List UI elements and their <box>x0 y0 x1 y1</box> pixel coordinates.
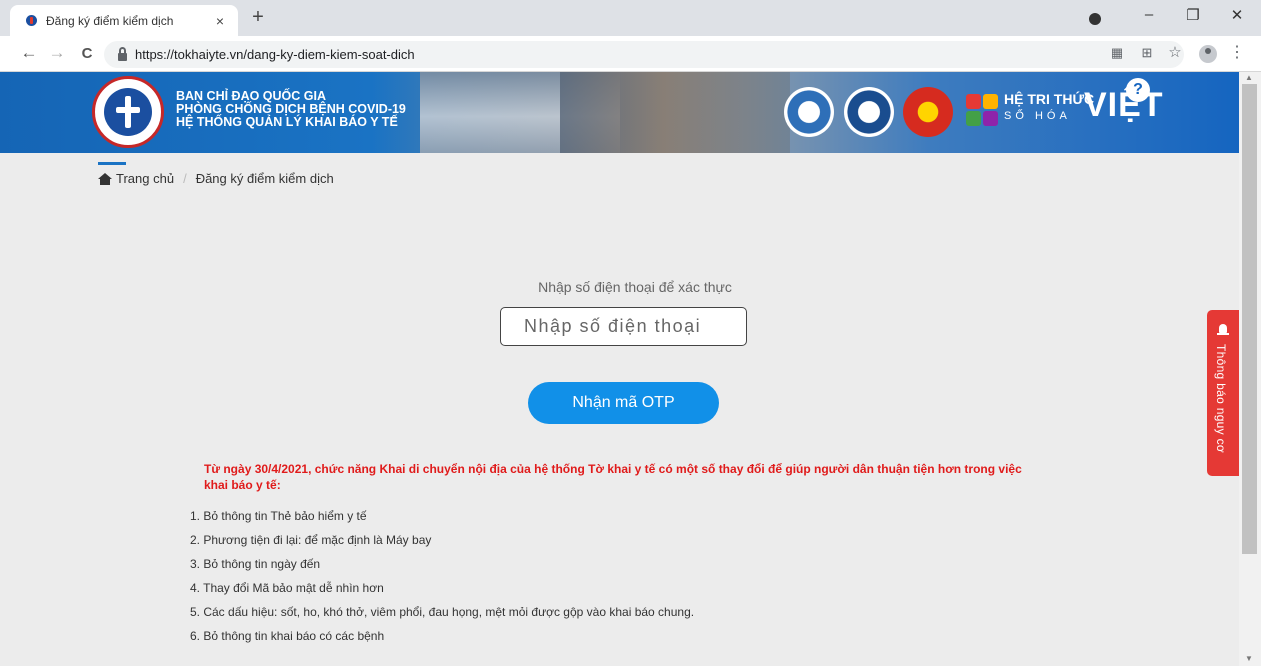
minimize-button[interactable]: – <box>1134 6 1164 23</box>
forward-button[interactable]: → <box>46 43 68 63</box>
phone-number-input[interactable] <box>500 307 747 346</box>
banner-line-3: HỆ THỐNG QUẢN LÝ KHAI BÁO Y TẾ <box>176 115 398 129</box>
list-item: 1. Bỏ thông tin Thẻ bảo hiểm y tế <box>190 509 367 523</box>
scroll-up-arrow-icon[interactable]: ▲ <box>1245 73 1253 82</box>
partner-logo-icon <box>784 87 834 137</box>
browser-menu-icon[interactable]: ⋮ <box>1228 42 1246 62</box>
translate-icon[interactable]: ⊞ <box>1138 45 1156 61</box>
breadcrumb-home-link[interactable]: Trang chủ <box>116 171 174 186</box>
address-bar[interactable]: https://tokhaiyte.vn/dang-ky-diem-kiem-s… <box>104 41 1184 68</box>
list-item: 5. Các dấu hiệu: sốt, ho, khó thở, viêm … <box>190 605 695 619</box>
back-button[interactable]: ← <box>18 43 40 63</box>
home-icon[interactable] <box>98 172 112 185</box>
list-item: 4. Thay đổi Mã bảo mật dễ nhìn hơn <box>190 581 384 595</box>
page-scrollbar[interactable]: ▲ ▼ <box>1239 72 1261 666</box>
banner-title: BAN CHỈ ĐẠO QUỐC GIA PHÒNG CHỐNG DỊCH BỆ… <box>176 90 406 129</box>
favicon-icon <box>26 15 37 26</box>
partner-logo-icon <box>844 87 894 137</box>
partner-logo-icon <box>903 87 953 137</box>
extension-icon[interactable] <box>1089 13 1101 25</box>
brand-name-top: HỆ TRI THỨC <box>1004 91 1095 107</box>
reload-button[interactable]: C <box>76 45 98 62</box>
breadcrumb-accent <box>98 162 126 165</box>
qr-code-icon[interactable]: ▦ <box>1108 45 1126 61</box>
profile-avatar-icon[interactable] <box>1199 45 1217 63</box>
verify-phone-label: Nhập số điện thoại để xác thực <box>538 279 732 295</box>
list-item: 3. Bỏ thông tin ngày đến <box>190 557 321 571</box>
browser-tabbar: Đăng ký điểm kiểm dịch × + – ❐ ✕ <box>0 0 1261 36</box>
risk-notification-label: Thông báo nguy cơ <box>1214 344 1228 454</box>
brand-subtitle: SỐ HÓA <box>1004 110 1071 122</box>
breadcrumb-current: Đăng ký điểm kiểm dịch <box>195 171 334 186</box>
notice-text: Từ ngày 30/4/2021, chức năng Khai di chu… <box>204 462 1022 492</box>
browser-tab[interactable]: Đăng ký điểm kiểm dịch × <box>10 5 238 36</box>
list-item: 6. Bỏ thông tin khai báo có các bệnh <box>190 629 385 643</box>
breadcrumb: Trang chủ / Đăng ký điểm kiểm dịch <box>98 171 334 186</box>
scrollbar-thumb[interactable] <box>1242 84 1257 554</box>
help-icon[interactable]: ? <box>1126 78 1150 102</box>
breadcrumb-separator: / <box>183 171 187 186</box>
ministry-of-health-logo[interactable] <box>92 76 164 148</box>
bell-icon <box>1217 324 1229 336</box>
banner-photo <box>560 72 790 153</box>
scroll-down-arrow-icon[interactable]: ▼ <box>1245 654 1253 663</box>
bookmark-star-icon[interactable]: ☆ <box>1166 43 1184 61</box>
browser-toolbar: ← → C https://tokhaiyte.vn/dang-ky-diem-… <box>0 36 1261 72</box>
new-tab-button[interactable]: + <box>246 6 270 29</box>
url-text[interactable]: https://tokhaiyte.vn/dang-ky-diem-kiem-s… <box>135 47 415 62</box>
brand-name-big: VIỆT <box>1084 86 1164 124</box>
tab-title: Đăng ký điểm kiểm dịch <box>46 13 174 28</box>
risk-notification-tab[interactable]: Thông báo nguy cơ <box>1207 310 1239 476</box>
maximize-button[interactable]: ❐ <box>1178 6 1208 24</box>
lock-icon[interactable] <box>118 46 127 61</box>
puzzle-logo-icon <box>966 94 1000 128</box>
close-window-button[interactable]: ✕ <box>1222 6 1252 24</box>
change-list: 1. Bỏ thông tin Thẻ bảo hiểm y tế 2. Phư… <box>190 509 694 653</box>
site-banner: BAN CHỈ ĐẠO QUỐC GIA PHÒNG CHỐNG DỊCH BỆ… <box>0 72 1239 153</box>
get-otp-button[interactable]: Nhận mã OTP <box>528 382 719 424</box>
tab-close-icon[interactable]: × <box>212 13 228 29</box>
list-item: 2. Phương tiện đi lại: để mặc định là Má… <box>190 533 432 547</box>
